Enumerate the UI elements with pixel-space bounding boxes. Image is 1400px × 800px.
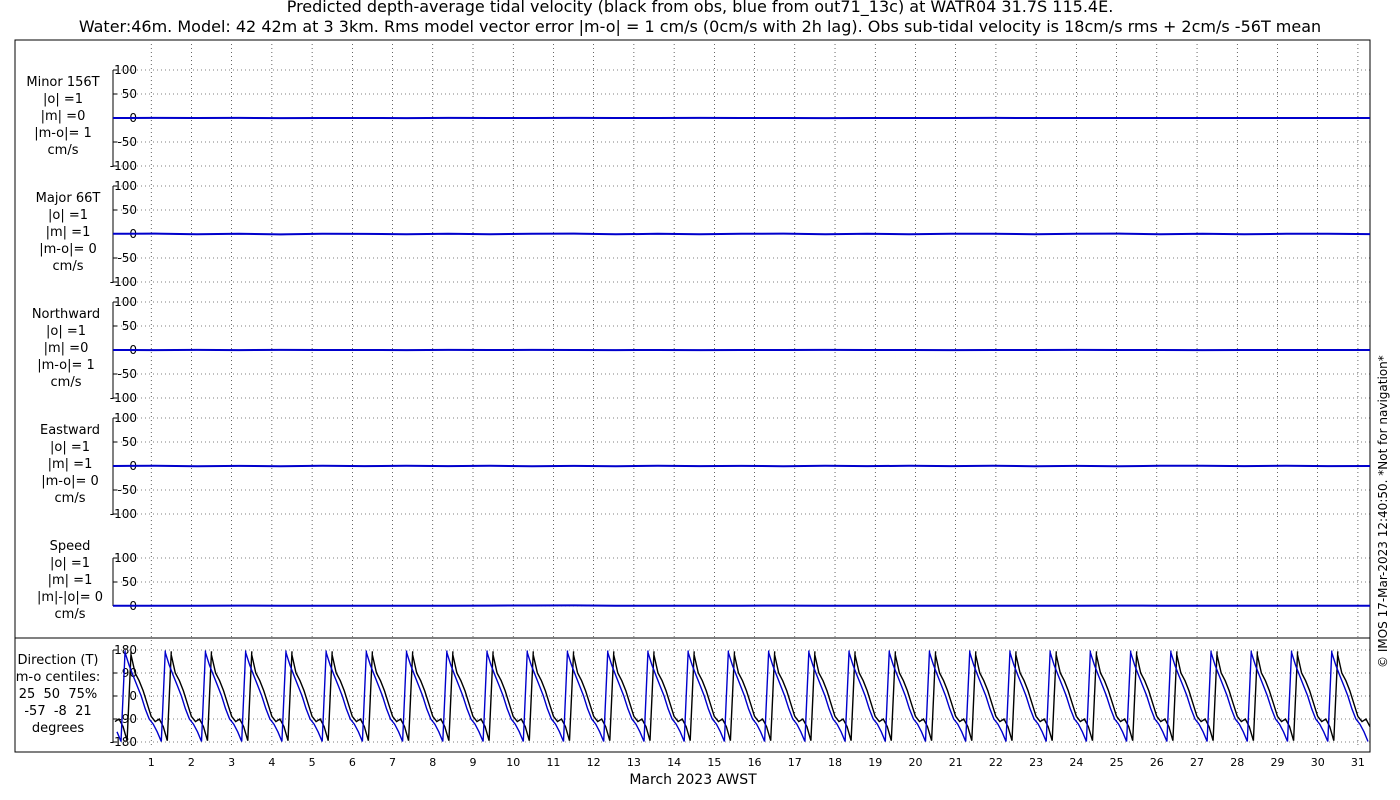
panel-label-line: cm/s — [54, 607, 86, 622]
panel-label-line: |o| =1 — [45, 324, 86, 339]
x-tick-label: 31 — [1351, 756, 1365, 769]
panel-eastward: 100500-50-100 — [110, 411, 1371, 521]
panel-label-line: cm/s — [52, 259, 84, 274]
y-tick-label: 50 — [122, 87, 137, 101]
panel-label-line: |m| =1 — [47, 573, 93, 588]
panel-label-line: |o| =1 — [49, 440, 90, 455]
series-line-model — [112, 464, 1371, 468]
x-tick-label: 16 — [748, 756, 762, 769]
panel-label-line: Direction (T) — [17, 653, 99, 668]
figure: Predicted depth-average tidal velocity (… — [0, 0, 1400, 800]
panel-label-line: cm/s — [50, 375, 82, 390]
panel-label-major: Major 66T |o| =1 |m| =1 |m-o|= 0 cm/s — [8, 190, 128, 275]
panel-label-line: |m|-|o|= 0 — [36, 590, 104, 605]
panel-label-line: Minor 156T — [26, 75, 100, 90]
y-tick-label: 0 — [129, 689, 137, 703]
x-tick-label: 4 — [268, 756, 275, 769]
x-tick-label: 1 — [148, 756, 155, 769]
x-tick-label: 18 — [828, 756, 842, 769]
x-tick-label: 25 — [1110, 756, 1124, 769]
panel-label-line: Speed — [49, 539, 91, 554]
panel-label-direction: Direction (T) m-o centiles: 25 50 75% -57 -… — [0, 652, 118, 737]
panel-label-line: |o| =1 — [42, 92, 83, 107]
panel-label-minor: Minor 156T |o| =1 |m| =0 |m-o|= 1 cm/s — [3, 74, 123, 159]
x-tick-label: 27 — [1190, 756, 1204, 769]
x-tick-label: 19 — [868, 756, 882, 769]
x-tick-label: 24 — [1069, 756, 1083, 769]
figure-frame — [14, 39, 1371, 753]
panel-label-line: cm/s — [54, 491, 86, 506]
x-tick-label: 15 — [707, 756, 721, 769]
x-tick-label: 17 — [788, 756, 802, 769]
panel-label-line: |m| =0 — [43, 341, 89, 356]
panel-label-line: |m| =0 — [40, 109, 86, 124]
y-tick-label: -100 — [110, 391, 137, 405]
panel-speed: 100500 — [112, 551, 1371, 613]
panel-label-line: |m-o|= 1 — [34, 126, 92, 141]
panel-label-line: |o| =1 — [47, 208, 88, 223]
x-tick-label: 8 — [429, 756, 436, 769]
panel-label-line: |m-o|= 0 — [41, 474, 99, 489]
y-tick-label: -100 — [110, 507, 137, 521]
x-tick-label: 13 — [627, 756, 641, 769]
x-tick-label: 5 — [309, 756, 316, 769]
panel-label-line: |m-o|= 1 — [37, 358, 95, 373]
x-tick-label: 10 — [506, 756, 520, 769]
y-tick-label: -100 — [110, 275, 137, 289]
panel-label-line: Major 66T — [35, 191, 101, 206]
panel-northward: 100500-50-100 — [110, 295, 1371, 405]
panel-major: 100500-50-100 — [110, 179, 1371, 289]
panel-label-eastward: Eastward |o| =1 |m| =1 |m-o|= 0 cm/s — [10, 422, 130, 507]
panel-label-line: -57 -8 21 — [24, 704, 92, 719]
x-tick-label: 11 — [546, 756, 560, 769]
panel-label-line: |m| =1 — [45, 225, 91, 240]
panel-label-line: m-o centiles: — [15, 670, 101, 685]
y-tick-label: -180 — [110, 735, 137, 749]
panel-direction: 180900-90-180 — [110, 643, 1371, 749]
direction-series-model — [116, 650, 1369, 742]
copyright-notice: © IMOS 17-Mar-2023 12:40:50. *Not for na… — [1376, 355, 1390, 668]
y-tick-label: -100 — [110, 159, 137, 173]
x-tick-label: 7 — [389, 756, 396, 769]
x-tick-label: 23 — [1029, 756, 1043, 769]
x-tick-label: 28 — [1230, 756, 1244, 769]
panel-label-line: degrees — [31, 721, 85, 736]
x-tick-label: 20 — [908, 756, 922, 769]
panel-label-line: Eastward — [39, 423, 101, 438]
panel-label-line: |m-o|= 0 — [39, 242, 97, 257]
series-line-model — [112, 232, 1371, 236]
x-tick-label: 6 — [349, 756, 356, 769]
x-tick-label: 12 — [587, 756, 601, 769]
panel-label-line: 25 50 75% — [18, 687, 98, 702]
panel-label-line: |o| =1 — [49, 556, 90, 571]
panel-label-line: cm/s — [47, 143, 79, 158]
x-tick-label: 30 — [1311, 756, 1325, 769]
x-axis-label: March 2023 AWST — [629, 772, 757, 788]
x-tick-label: 3 — [228, 756, 235, 769]
x-tick-label: 9 — [470, 756, 477, 769]
panel-label-line: Northward — [31, 307, 101, 322]
x-tick-label: 21 — [949, 756, 963, 769]
panel-minor: 100500-50-100 — [110, 63, 1371, 173]
x-tick-label: 29 — [1270, 756, 1284, 769]
panel-label-northward: Northward |o| =1 |m| =0 |m-o|= 1 cm/s — [6, 306, 126, 391]
panel-label-line: |m| =1 — [47, 457, 93, 472]
x-tick-label: 2 — [188, 756, 195, 769]
x-tick-label: 14 — [667, 756, 681, 769]
panel-label-speed: Speed |o| =1 |m| =1 |m|-|o|= 0 cm/s — [10, 538, 130, 623]
chart-svg: 1 2 3 4 5 6 7 8 9 10 11 12 13 14 15 16 17 18 19 20 21 22 23 24 2… — [14, 39, 1371, 788]
x-tick-label: 22 — [989, 756, 1003, 769]
x-tick-label: 26 — [1150, 756, 1164, 769]
